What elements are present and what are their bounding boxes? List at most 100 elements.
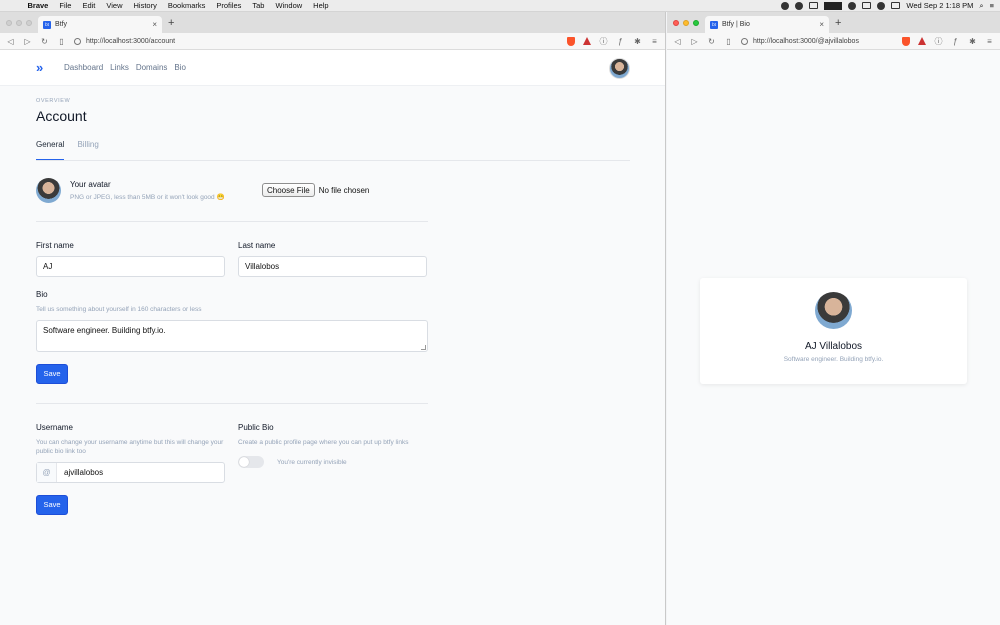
- save-username-button[interactable]: Save: [36, 494, 68, 515]
- site-info-icon[interactable]: [741, 37, 748, 45]
- battery-monitor-icon[interactable]: [824, 1, 843, 10]
- save-profile-button[interactable]: Save: [36, 363, 68, 384]
- back-icon[interactable]: ◁: [6, 37, 15, 46]
- dropbox-icon[interactable]: [848, 1, 857, 10]
- browser-tab-active[interactable]: bt Btfy ×: [38, 16, 162, 33]
- brave-rewards-icon[interactable]: [583, 37, 591, 45]
- close-tab-icon[interactable]: ×: [152, 20, 157, 29]
- menu-window[interactable]: Window: [270, 1, 308, 10]
- bio-textarea[interactable]: Software engineer. Building btfy.io.: [36, 319, 428, 352]
- display-icon[interactable]: [862, 2, 872, 9]
- new-tab-button[interactable]: +: [162, 17, 180, 29]
- nav-links[interactable]: Links: [110, 63, 129, 72]
- info-extension-icon[interactable]: ⓘ: [599, 36, 608, 47]
- zoom-window-button[interactable]: [26, 19, 32, 26]
- menubar-tray: Wed Sep 2 1:18 PM ⌕ ≡: [781, 1, 1000, 11]
- zoom-window-button[interactable]: [693, 19, 699, 26]
- menu-app-name[interactable]: Brave: [22, 1, 54, 10]
- window-controls: [0, 19, 38, 26]
- site-info-icon[interactable]: [74, 37, 81, 45]
- minimize-window-button[interactable]: [683, 19, 689, 26]
- back-icon[interactable]: ◁: [673, 37, 682, 46]
- close-window-button[interactable]: [6, 19, 12, 26]
- nav-dashboard[interactable]: Dashboard: [64, 63, 103, 72]
- function-extension-icon[interactable]: ƒ: [616, 37, 625, 46]
- window-icon[interactable]: [809, 2, 819, 9]
- menubar-clock[interactable]: Wed Sep 2 1:18 PM: [906, 1, 973, 10]
- section-divider: [36, 402, 428, 404]
- bio-label: Bio: [36, 290, 48, 299]
- brave-shields-icon[interactable]: [567, 36, 575, 46]
- public-bio-label: Public Bio: [238, 422, 274, 432]
- favicon-icon: bt: [710, 20, 718, 29]
- address-bar[interactable]: http://localhost:3000/account: [74, 37, 559, 45]
- reload-icon[interactable]: ↻: [40, 37, 49, 46]
- user-avatar-menu[interactable]: [609, 58, 630, 79]
- reload-icon[interactable]: ↻: [707, 37, 716, 46]
- menu-view[interactable]: View: [101, 1, 128, 10]
- last-name-input[interactable]: Villalobos: [238, 256, 427, 277]
- bio-name: AJ Villalobos: [804, 341, 863, 352]
- puzzle-extensions-icon[interactable]: ✱: [633, 37, 642, 46]
- btfy-logo-icon[interactable]: »: [36, 60, 52, 75]
- username-field: Username You can change your username an…: [36, 423, 225, 483]
- puzzle-extensions-icon[interactable]: ✱: [968, 37, 977, 46]
- forward-icon[interactable]: ▷: [23, 37, 32, 46]
- menu-bookmarks[interactable]: Bookmarks: [162, 1, 211, 10]
- tab-title: Btfy: [55, 21, 68, 28]
- menu-history[interactable]: History: [128, 1, 162, 10]
- last-name-label: Last name: [238, 241, 276, 250]
- wifi-icon[interactable]: [877, 1, 886, 10]
- account-tabs: General Billing: [36, 136, 630, 161]
- window-controls: [667, 19, 705, 26]
- extensions-area: ⓘ ƒ ✱ ≡: [567, 36, 659, 47]
- browser-window-bio: bt Btfy | Bio × + ◁ ▷ ↻ ▯ http://localho…: [667, 12, 1000, 625]
- menu-file[interactable]: File: [54, 1, 77, 10]
- info-extension-icon[interactable]: ⓘ: [934, 36, 943, 47]
- brave-shields-icon[interactable]: [902, 36, 910, 46]
- control-center-icon[interactable]: ≡: [990, 1, 994, 10]
- public-bio-field: Public Bio Create a public profile page …: [238, 423, 427, 483]
- close-tab-icon[interactable]: ×: [819, 20, 824, 29]
- forward-icon[interactable]: ▷: [690, 37, 699, 46]
- browser-toolbar: ◁ ▷ ↻ ▯ http://localhost:3000/@ajvillalo…: [667, 33, 1000, 50]
- minimize-window-button[interactable]: [16, 19, 22, 26]
- close-window-button[interactable]: [673, 19, 679, 26]
- status-icon[interactable]: [795, 1, 804, 10]
- address-bar[interactable]: http://localhost:3000/@ajvillalobos: [741, 37, 894, 45]
- menu-icon[interactable]: ≡: [985, 37, 994, 46]
- menu-icon[interactable]: ≡: [650, 37, 659, 46]
- telegram-icon[interactable]: [781, 1, 790, 10]
- first-name-input[interactable]: AJ: [36, 256, 225, 277]
- nav-bio[interactable]: Bio: [174, 63, 186, 72]
- tab-general[interactable]: General: [36, 136, 65, 160]
- menu-help[interactable]: Help: [308, 1, 334, 10]
- bookmark-icon[interactable]: ▯: [57, 37, 66, 46]
- tab-strip: bt Btfy × +: [0, 12, 665, 33]
- spotlight-search-icon[interactable]: ⌕: [979, 1, 983, 11]
- bookmark-icon[interactable]: ▯: [724, 37, 733, 46]
- brave-rewards-icon[interactable]: [918, 37, 926, 45]
- bio-card: AJ Villalobos Software engineer. Buildin…: [700, 278, 967, 384]
- nav-domains[interactable]: Domains: [136, 63, 168, 72]
- browser-window-account: bt Btfy × + ◁ ▷ ↻ ▯ http://localhost:300…: [0, 12, 666, 625]
- public-bio-toggle[interactable]: [238, 456, 264, 468]
- choose-file-button[interactable]: Choose File: [262, 183, 315, 197]
- macos-menubar: Brave File Edit View History Bookmarks P…: [0, 0, 1000, 12]
- new-tab-button[interactable]: +: [829, 17, 847, 29]
- username-label: Username: [36, 422, 73, 432]
- tab-title: Btfy | Bio: [722, 21, 750, 28]
- browser-tab-active[interactable]: bt Btfy | Bio ×: [705, 16, 829, 33]
- toggle-status: You're currently invisible: [277, 458, 347, 466]
- file-status: No file chosen: [318, 185, 370, 195]
- username-input[interactable]: @ ajvillalobos: [36, 461, 225, 483]
- function-extension-icon[interactable]: ƒ: [951, 37, 960, 46]
- bio-description: Software engineer. Building btfy.io.: [783, 356, 884, 363]
- avatar-label: Your avatar: [70, 180, 111, 189]
- menu-tab[interactable]: Tab: [247, 1, 270, 10]
- tab-billing[interactable]: Billing: [77, 136, 98, 160]
- battery-icon[interactable]: [891, 2, 901, 9]
- menu-profiles[interactable]: Profiles: [211, 1, 247, 10]
- menu-edit[interactable]: Edit: [77, 1, 101, 10]
- first-name-field: First name AJ: [36, 241, 225, 277]
